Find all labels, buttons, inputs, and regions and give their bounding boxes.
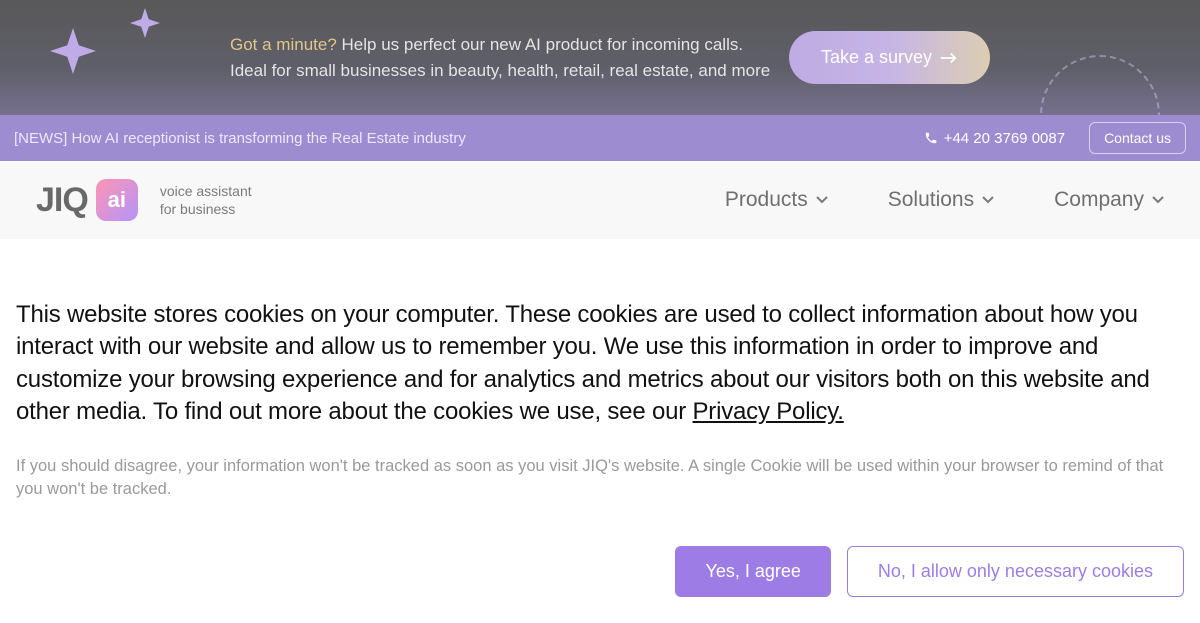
- cookie-actions: Yes, I agree No, I allow only necessary …: [16, 546, 1184, 597]
- logo-sub-line2: for business: [160, 200, 252, 218]
- nav-label: Solutions: [888, 188, 974, 212]
- nav-solutions[interactable]: Solutions: [888, 188, 994, 212]
- promo-banner: Got a minute? Help us perfect our new AI…: [0, 0, 1200, 115]
- logo-text: JIQ: [36, 181, 88, 220]
- arrow-right-icon: [940, 51, 958, 65]
- promo-text: Got a minute? Help us perfect our new AI…: [230, 32, 770, 83]
- logo-sub-line1: voice assistant: [160, 182, 252, 200]
- sparkle-icon: [50, 28, 96, 74]
- cookie-sub-text: If you should disagree, your information…: [16, 455, 1184, 503]
- survey-button-label: Take a survey: [821, 47, 932, 68]
- nav-label: Products: [725, 188, 808, 212]
- privacy-policy-link[interactable]: Privacy Policy.: [693, 398, 844, 425]
- logo[interactable]: JIQ ai voice assistant for business: [36, 179, 252, 221]
- news-link[interactable]: [NEWS] How AI receptionist is transformi…: [14, 130, 924, 147]
- logo-subtitle: voice assistant for business: [160, 182, 252, 218]
- contact-us-button[interactable]: Contact us: [1089, 122, 1186, 154]
- chevron-down-icon: [1152, 196, 1164, 204]
- main-nav: JIQ ai voice assistant for business Prod…: [0, 161, 1200, 239]
- phone-text: +44 20 3769 0087: [944, 130, 1065, 147]
- promo-highlight: Got a minute?: [230, 35, 337, 54]
- nav-products[interactable]: Products: [725, 188, 828, 212]
- phone-number[interactable]: +44 20 3769 0087: [924, 130, 1065, 147]
- take-survey-button[interactable]: Take a survey: [789, 31, 990, 84]
- nav-label: Company: [1054, 188, 1144, 212]
- decorative-circle: [1040, 55, 1160, 115]
- decline-button[interactable]: No, I allow only necessary cookies: [847, 546, 1184, 597]
- agree-button[interactable]: Yes, I agree: [675, 546, 830, 597]
- cookie-consent-modal: This website stores cookies on your comp…: [0, 239, 1200, 623]
- logo-badge: ai: [96, 179, 138, 221]
- cookie-main-text: This website stores cookies on your comp…: [16, 299, 1184, 429]
- cookie-body: This website stores cookies on your comp…: [16, 301, 1150, 425]
- phone-icon: [924, 131, 938, 145]
- news-bar: [NEWS] How AI receptionist is transformi…: [0, 115, 1200, 161]
- chevron-down-icon: [982, 196, 994, 204]
- chevron-down-icon: [816, 196, 828, 204]
- nav-company[interactable]: Company: [1054, 188, 1164, 212]
- nav-items: Products Solutions Company: [725, 188, 1164, 212]
- sparkle-icon: [130, 8, 160, 38]
- promo-line2: Ideal for small businesses in beauty, he…: [230, 61, 770, 80]
- promo-line1: Help us perfect our new AI product for i…: [337, 35, 743, 54]
